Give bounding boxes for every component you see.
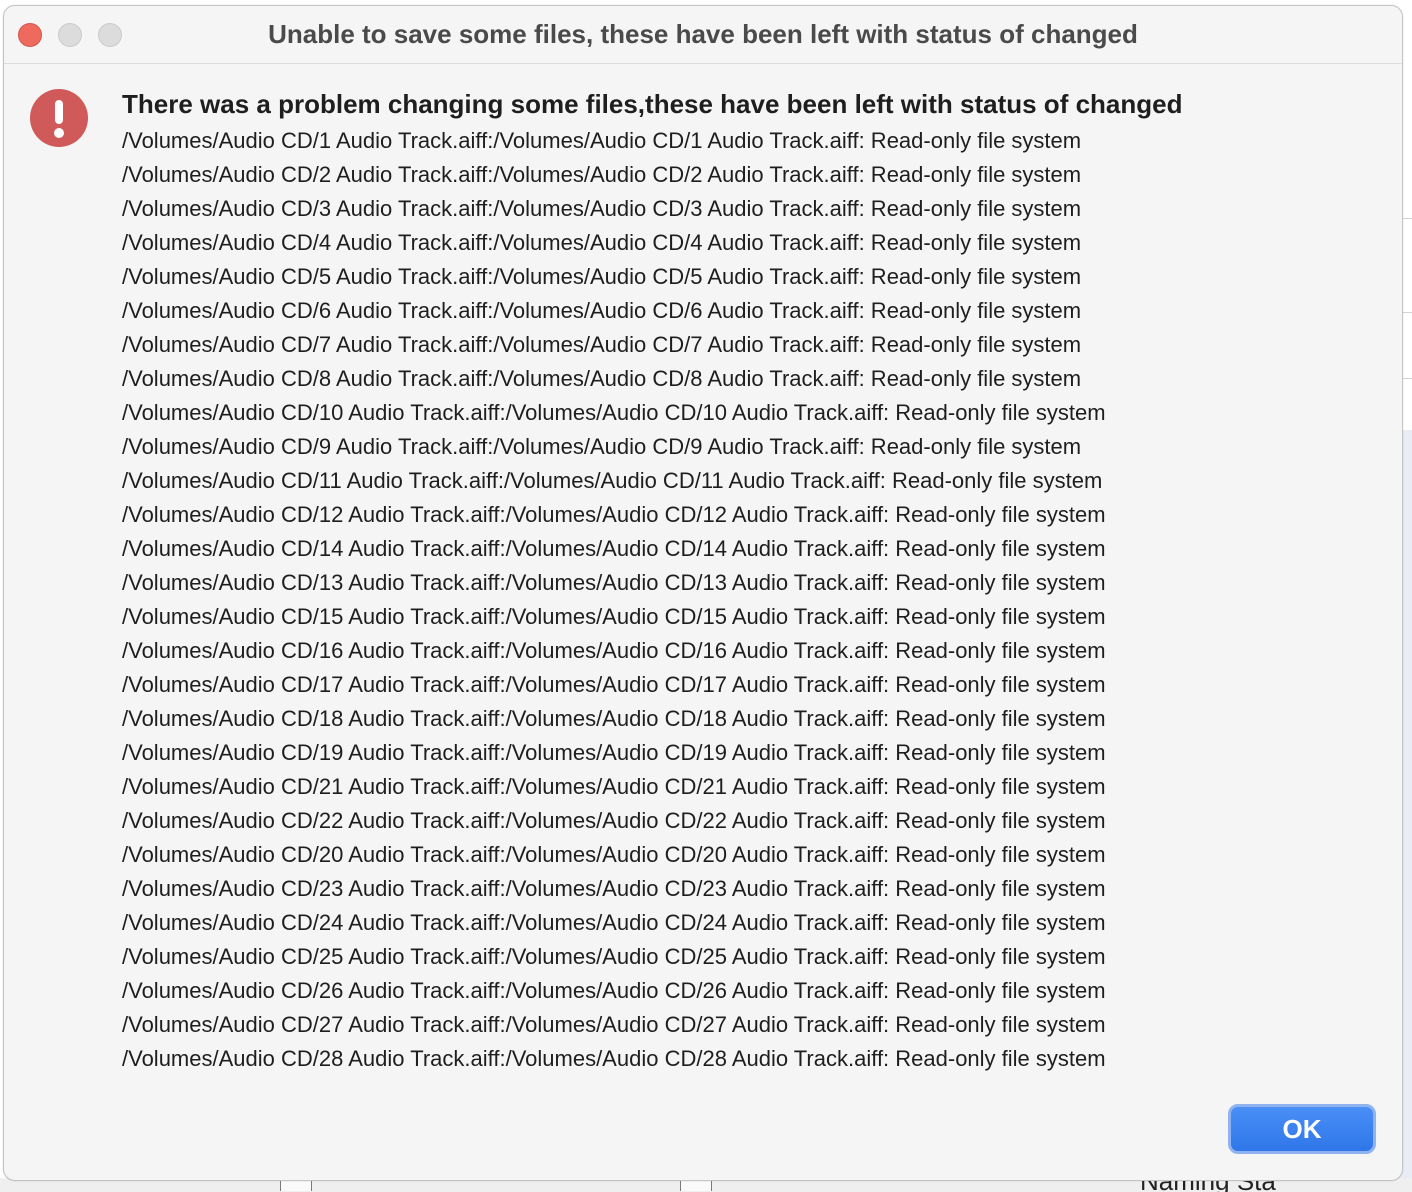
- background-checkbox: [280, 1180, 312, 1191]
- alert-dialog: Unable to save some files, these have be…: [3, 5, 1403, 1181]
- error-message-line: /Volumes/Audio CD/28 Audio Track.aiff:/V…: [122, 1046, 1106, 1071]
- error-message-line: /Volumes/Audio CD/20 Audio Track.aiff:/V…: [122, 842, 1106, 867]
- error-message-line: /Volumes/Audio CD/4 Audio Track.aiff:/Vo…: [122, 230, 1082, 255]
- ok-button[interactable]: OK: [1228, 1104, 1376, 1154]
- error-message-line: /Volumes/Audio CD/24 Audio Track.aiff:/V…: [122, 910, 1106, 935]
- error-message-list: /Volumes/Audio CD/1 Audio Track.aiff:/Vo…: [122, 124, 1382, 1076]
- error-message-line: /Volumes/Audio CD/13 Audio Track.aiff:/V…: [122, 570, 1106, 595]
- error-message-line: /Volumes/Audio CD/10 Audio Track.aiff:/V…: [122, 400, 1106, 425]
- exclamation-bar: [55, 100, 63, 124]
- error-message-line: /Volumes/Audio CD/21 Audio Track.aiff:/V…: [122, 774, 1106, 799]
- title-bar: Unable to save some files, these have be…: [4, 6, 1402, 64]
- error-message-line: /Volumes/Audio CD/2 Audio Track.aiff:/Vo…: [122, 162, 1082, 187]
- exclamation-icon: [30, 89, 88, 147]
- error-message-line: /Volumes/Audio CD/26 Audio Track.aiff:/V…: [122, 978, 1106, 1003]
- background-checkbox: [680, 1180, 712, 1191]
- error-message-line: /Volumes/Audio CD/6 Audio Track.aiff:/Vo…: [122, 298, 1082, 323]
- error-message-line: /Volumes/Audio CD/7 Audio Track.aiff:/Vo…: [122, 332, 1082, 357]
- error-message-line: /Volumes/Audio CD/1 Audio Track.aiff:/Vo…: [122, 128, 1082, 153]
- error-message-line: /Volumes/Audio CD/27 Audio Track.aiff:/V…: [122, 1012, 1106, 1037]
- error-message-line: /Volumes/Audio CD/17 Audio Track.aiff:/V…: [122, 672, 1106, 697]
- error-message-line: /Volumes/Audio CD/8 Audio Track.aiff:/Vo…: [122, 366, 1082, 391]
- error-message-line: /Volumes/Audio CD/23 Audio Track.aiff:/V…: [122, 876, 1106, 901]
- error-message-line: /Volumes/Audio CD/19 Audio Track.aiff:/V…: [122, 740, 1106, 765]
- error-message-line: /Volumes/Audio CD/18 Audio Track.aiff:/V…: [122, 706, 1106, 731]
- alert-heading: There was a problem changing some files,…: [122, 89, 1183, 119]
- error-message-line: /Volumes/Audio CD/5 Audio Track.aiff:/Vo…: [122, 264, 1082, 289]
- error-message-line: /Volumes/Audio CD/22 Audio Track.aiff:/V…: [122, 808, 1106, 833]
- exclamation-dot: [54, 128, 64, 138]
- error-message-line: /Volumes/Audio CD/9 Audio Track.aiff:/Vo…: [122, 434, 1082, 459]
- error-message-line: /Volumes/Audio CD/14 Audio Track.aiff:/V…: [122, 536, 1106, 561]
- error-message-line: /Volumes/Audio CD/15 Audio Track.aiff:/V…: [122, 604, 1106, 629]
- error-message-line: /Volumes/Audio CD/25 Audio Track.aiff:/V…: [122, 944, 1106, 969]
- error-message-line: /Volumes/Audio CD/12 Audio Track.aiff:/V…: [122, 502, 1106, 527]
- error-message-line: /Volumes/Audio CD/16 Audio Track.aiff:/V…: [122, 638, 1106, 663]
- error-message-line: /Volumes/Audio CD/3 Audio Track.aiff:/Vo…: [122, 196, 1082, 221]
- window-title: Unable to save some files, these have be…: [268, 19, 1138, 49]
- error-message-line: /Volumes/Audio CD/11 Audio Track.aiff:/V…: [122, 468, 1103, 493]
